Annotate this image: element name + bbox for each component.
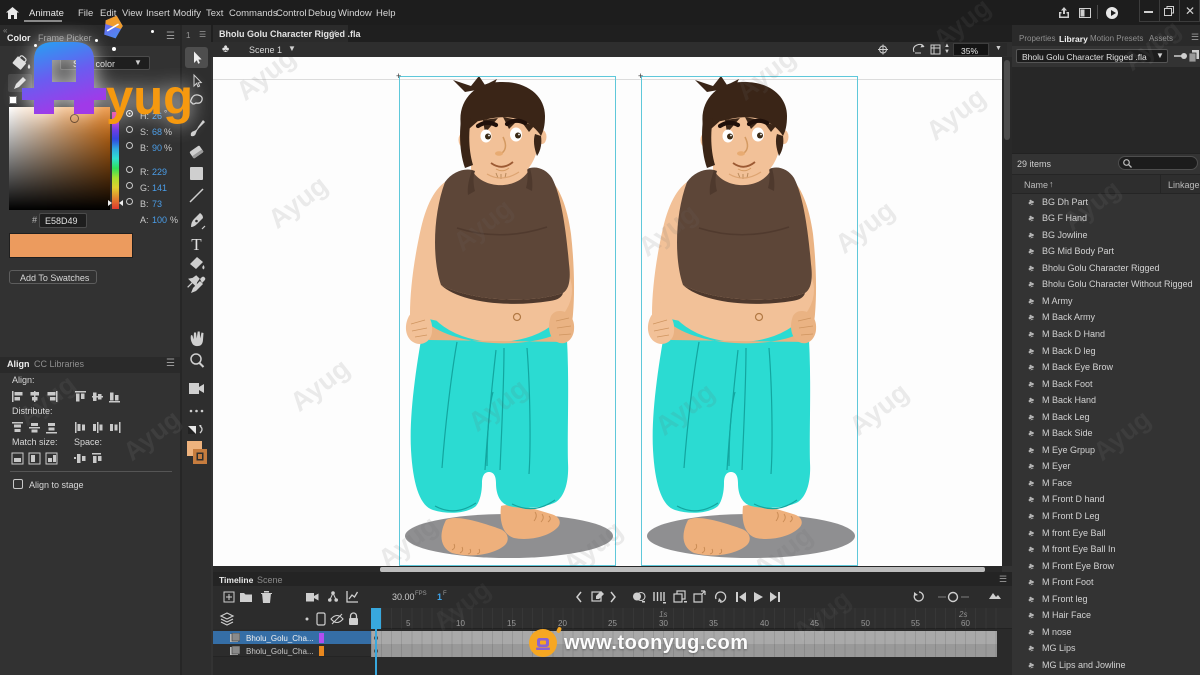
svg-text:FPS: FPS [415,591,427,597]
svg-text:F: F [443,591,447,597]
svg-text:yug: yug [106,71,192,125]
svg-text:30.00: 30.00 [392,592,415,602]
svg-text:T: T [191,235,202,254]
